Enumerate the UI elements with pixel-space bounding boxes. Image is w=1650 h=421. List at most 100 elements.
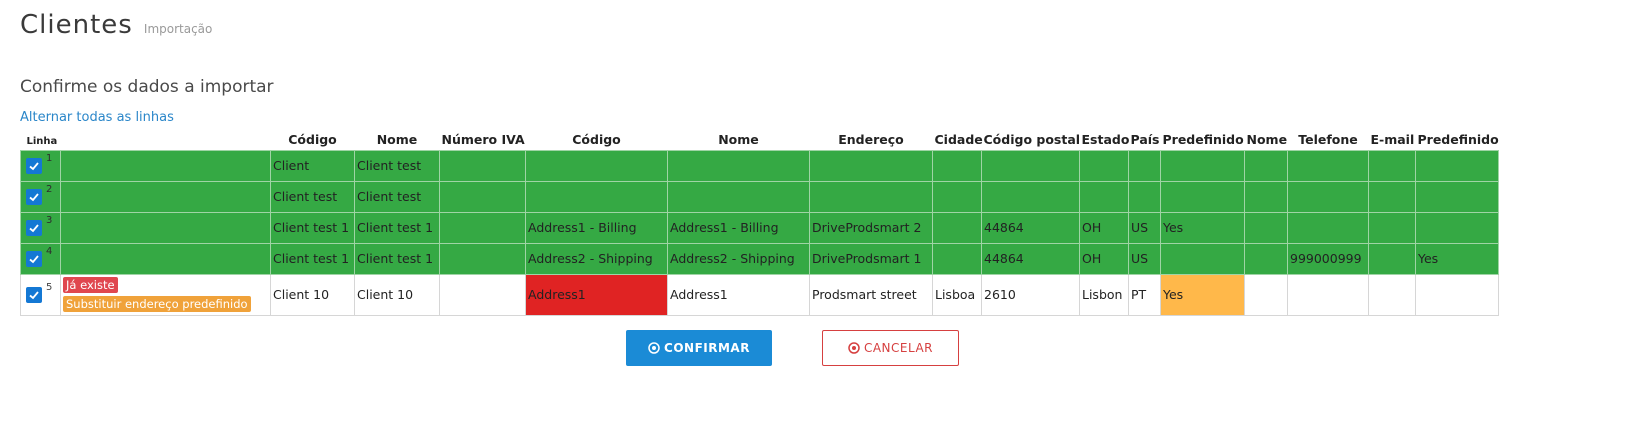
table-row[interactable]: 2 Client test Client test (20, 180, 1499, 213)
table-cell (1128, 180, 1161, 213)
table-cell (1287, 273, 1369, 316)
table-cell: Client test 1 (270, 242, 355, 275)
table-cell: PT (1128, 273, 1161, 316)
row-checkbox[interactable] (26, 188, 42, 205)
table-cell (809, 180, 933, 213)
table-cell (439, 149, 526, 182)
status-badges: Já existe Substituir endereço predefinid… (63, 277, 268, 312)
table-cell: Address2 - Shipping (667, 242, 810, 275)
table-cell: Lisboa (932, 273, 982, 316)
table-cell (1415, 149, 1499, 182)
table-cell (932, 180, 982, 213)
column-header: Código (572, 131, 621, 147)
page-subtitle: Importação (143, 22, 213, 36)
table-cell (525, 180, 668, 213)
table-cell: Yes (1160, 211, 1245, 244)
column-header: Telefone (1298, 131, 1358, 147)
table-cell: Lisbon (1079, 273, 1129, 316)
table-cell: 999000999 (1287, 242, 1369, 275)
table-cell (1244, 273, 1288, 316)
column-header: Linha (26, 135, 58, 147)
table-cell (1415, 211, 1499, 244)
table-cell (981, 180, 1080, 213)
row-select-cell[interactable]: 4 (20, 242, 61, 275)
column-header: Estado (1081, 131, 1130, 147)
table-row[interactable]: 1 Client Client test (20, 149, 1499, 182)
table-cell: Client test 1 (270, 211, 355, 244)
table-cell (667, 180, 810, 213)
column-header (61, 130, 271, 150)
row-select-cell[interactable]: 1 (20, 149, 61, 182)
table-cell (1415, 273, 1499, 316)
table-cell: Client test (270, 180, 355, 213)
table-cell-error: Address1 (525, 273, 668, 316)
import-table: Linha Código Nome Número IVA Código Nome… (20, 130, 1499, 316)
table-cell: OH (1079, 242, 1129, 275)
row-checkbox[interactable] (26, 219, 42, 236)
status-badge-replace-default: Substituir endereço predefinido (63, 296, 251, 312)
section-title: Confirme os dados a importar (20, 77, 274, 97)
row-checkbox[interactable] (26, 157, 42, 174)
row-number: 4 (46, 246, 53, 258)
table-cell: Client test 1 (354, 211, 440, 244)
status-cell: Já existe Substituir endereço predefinid… (60, 273, 271, 316)
table-cell (1368, 180, 1416, 213)
table-cell (1368, 242, 1416, 275)
row-select-cell[interactable]: 3 (20, 211, 61, 244)
table-cell (439, 211, 526, 244)
column-header: Nome (376, 131, 418, 147)
table-cell (439, 273, 526, 316)
status-cell (60, 211, 271, 244)
table-cell (439, 242, 526, 275)
table-cell: Client (270, 149, 355, 182)
column-header: País (1130, 131, 1160, 147)
table-cell: Client test 1 (354, 242, 440, 275)
table-cell (981, 149, 1080, 182)
row-checkbox[interactable] (26, 250, 42, 267)
table-cell (1287, 211, 1369, 244)
row-select-cell[interactable]: 5 (20, 273, 61, 316)
table-row[interactable]: 5 Já existe Substituir endereço predefin… (20, 273, 1499, 316)
column-header: Nome (1246, 131, 1288, 147)
table-cell (809, 149, 933, 182)
table-cell (1079, 180, 1129, 213)
column-header: E-mail (1370, 131, 1415, 147)
column-header: Código postal (983, 131, 1081, 147)
table-cell (1160, 149, 1245, 182)
status-cell (60, 180, 271, 213)
table-cell: Yes (1415, 242, 1499, 275)
table-cell: 44864 (981, 211, 1080, 244)
toggle-all-rows-link[interactable]: Alternar todas as linhas (20, 110, 174, 125)
table-cell: Address1 - Billing (667, 211, 810, 244)
table-row[interactable]: 3 Client test 1 Client test 1 Address1 -… (20, 211, 1499, 244)
row-number: 3 (46, 215, 53, 227)
table-cell (1244, 149, 1288, 182)
page-header: Clientes Importação (20, 10, 212, 40)
table-cell (1244, 242, 1288, 275)
page-title: Clientes (20, 10, 133, 40)
cancel-button[interactable]: CANCELAR (822, 330, 959, 366)
table-cell (1160, 242, 1245, 275)
table-cell: 44864 (981, 242, 1080, 275)
table-cell (1079, 149, 1129, 182)
table-cell: Address1 (667, 273, 810, 316)
row-number: 1 (46, 153, 53, 165)
table-cell (667, 149, 810, 182)
table-cell (932, 211, 982, 244)
table-cell (932, 149, 982, 182)
table-row[interactable]: 4 Client test 1 Client test 1 Address2 -… (20, 242, 1499, 275)
row-checkbox[interactable] (26, 286, 42, 303)
table-cell (1415, 180, 1499, 213)
row-select-cell[interactable]: 2 (20, 180, 61, 213)
table-cell (1244, 211, 1288, 244)
table-cell: OH (1079, 211, 1129, 244)
confirm-button[interactable]: CONFIRMAR (626, 330, 772, 366)
table-cell (439, 180, 526, 213)
table-cell: Client 10 (354, 273, 440, 316)
row-number: 5 (46, 282, 53, 294)
table-cell (932, 242, 982, 275)
table-cell: 2610 (981, 273, 1080, 316)
cancel-button-label: CANCELAR (863, 341, 934, 355)
column-header: Endereço (838, 131, 904, 147)
row-number: 2 (46, 184, 53, 196)
